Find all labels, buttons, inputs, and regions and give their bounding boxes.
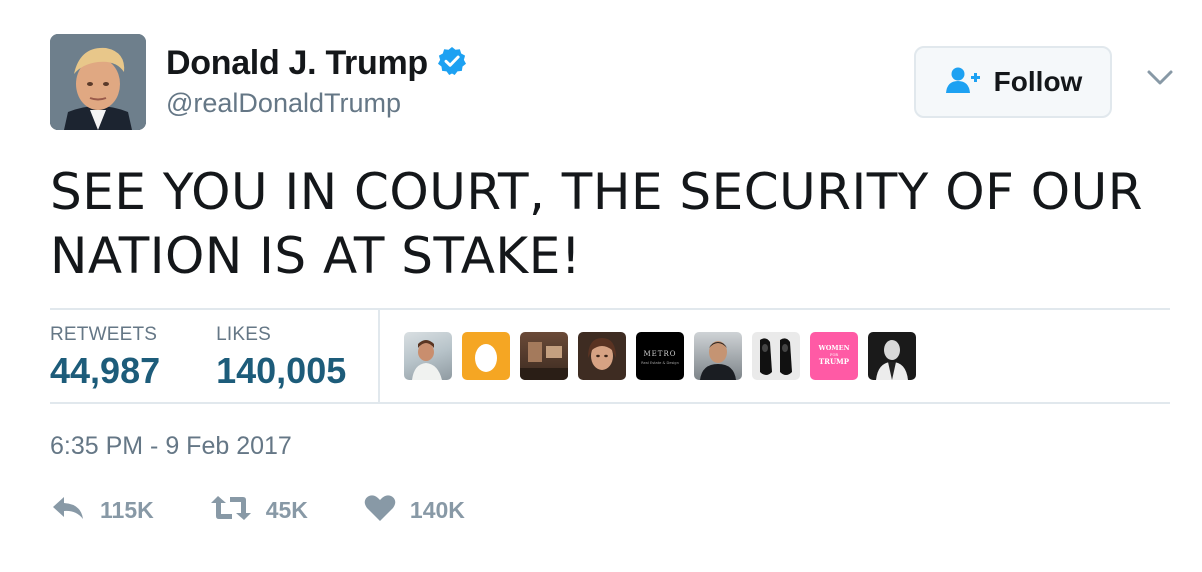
liker-avatar-1[interactable] <box>404 332 452 380</box>
liker-avatar-7-shoes[interactable] <box>752 332 800 380</box>
svg-text:TRUMP: TRUMP <box>819 357 850 366</box>
likes-count: 140,005 <box>216 350 347 391</box>
women-for-trump-logo-icon: WOMEN FOR TRUMP <box>817 344 850 366</box>
stats-top-divider <box>50 308 1170 310</box>
liker-avatar-4[interactable] <box>578 332 626 380</box>
person-photo-icon <box>588 338 616 370</box>
reply-button[interactable]: 115K <box>50 494 154 527</box>
liker-avatar-5-metro[interactable]: METRO Real Estate & Design <box>636 332 684 380</box>
stats-bottom-divider <box>50 402 1170 404</box>
author-name-row: Donald J. Trump <box>166 44 468 83</box>
liker-avatar-8-women-for-trump[interactable]: WOMEN FOR TRUMP <box>810 332 858 380</box>
person-photo-icon <box>876 340 908 380</box>
author-avatar[interactable] <box>50 34 146 130</box>
person-photo-icon <box>700 341 736 380</box>
svg-text:Real Estate & Design: Real Estate & Design <box>641 361 679 365</box>
egg-icon <box>475 344 497 372</box>
person-photo-icon <box>412 340 442 380</box>
like-count: 140K <box>409 497 465 523</box>
reply-count: 115K <box>100 497 154 523</box>
retweets-count: 44,987 <box>50 350 161 391</box>
verified-badge-icon <box>436 45 468 82</box>
retweet-icon <box>210 494 252 527</box>
room-photo-icon <box>520 342 568 380</box>
tweet-menu-chevron-down-icon[interactable] <box>1146 68 1174 88</box>
heart-icon <box>364 494 396 527</box>
add-user-icon <box>944 66 982 99</box>
liker-avatar-9[interactable] <box>868 332 916 380</box>
liker-avatars: METRO Real Estate & Design WOMEN FOR TRU… <box>404 332 916 380</box>
profile-photo <box>50 34 146 130</box>
follow-button-label: Follow <box>993 66 1083 97</box>
likes-label: LIKES <box>216 324 271 345</box>
retweet-button[interactable]: 45K <box>210 494 308 527</box>
liker-avatar-3[interactable] <box>520 332 568 380</box>
shoes-icon <box>760 338 792 375</box>
retweet-count: 45K <box>265 497 308 523</box>
stats-separator <box>378 310 380 402</box>
likes-stat[interactable]: LIKES 140,005 <box>216 324 346 392</box>
liker-avatar-6[interactable] <box>694 332 742 380</box>
svg-text:METRO: METRO <box>644 350 677 358</box>
follow-button[interactable]: Follow <box>914 46 1112 118</box>
like-button[interactable]: 140K <box>364 494 465 527</box>
author-name[interactable]: Donald J. Trump <box>166 44 428 83</box>
retweets-label: RETWEETS <box>50 324 158 345</box>
retweets-stat[interactable]: RETWEETS 44,987 <box>50 324 160 392</box>
tweet-text: SEE YOU IN COURT, THE SECURITY OF OUR NA… <box>50 163 1143 285</box>
reply-icon <box>50 494 86 527</box>
author-handle[interactable]: @realDonaldTrump <box>166 88 401 119</box>
tweet-actions: 115K 45K 140K <box>50 494 521 527</box>
tweet-timestamp[interactable]: 6:35 PM - 9 Feb 2017 <box>50 432 292 461</box>
tweet-stats: RETWEETS 44,987 LIKES 140,005 <box>50 324 402 392</box>
metro-logo-icon: METRO Real Estate & Design <box>641 350 679 365</box>
svg-text:WOMEN: WOMEN <box>817 344 849 352</box>
liker-avatar-2-egg[interactable] <box>462 332 510 380</box>
